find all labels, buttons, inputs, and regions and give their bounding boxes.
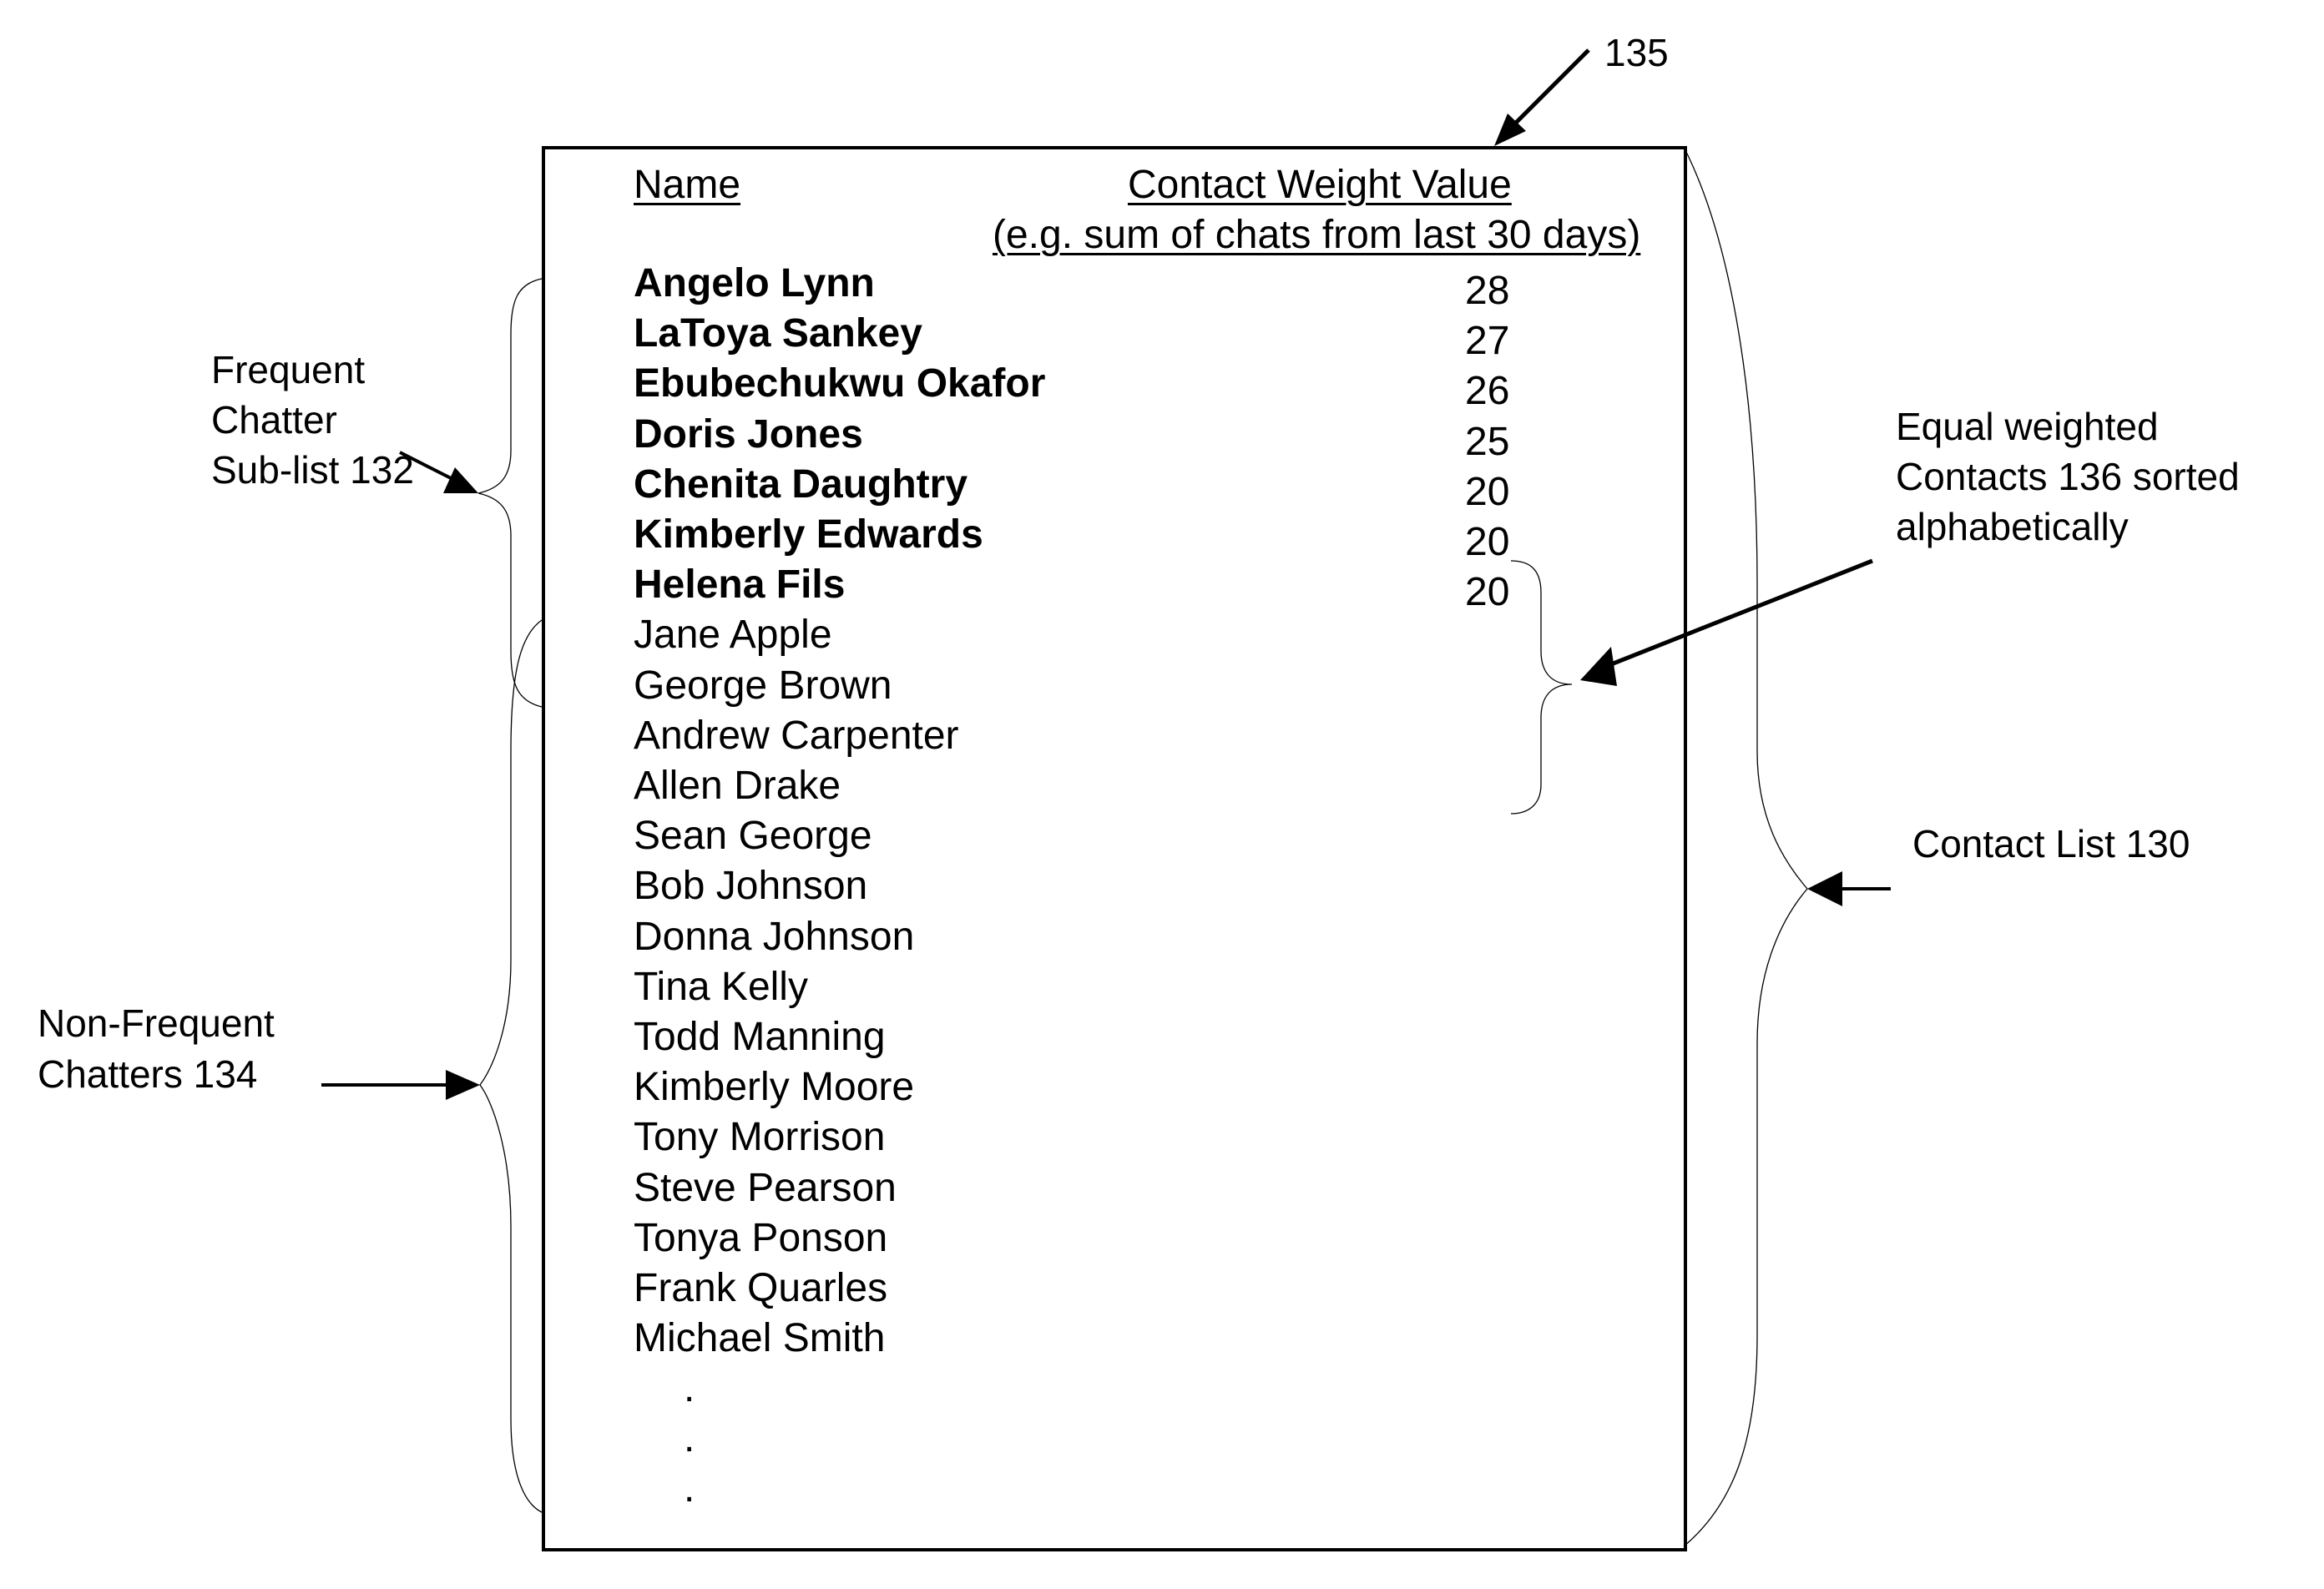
non-frequent-contact-name: George Brown xyxy=(634,663,892,708)
contact-list-arrow xyxy=(1807,871,1891,906)
contact-weight-value: 28 xyxy=(1465,269,1510,313)
ref-135-label: 135 xyxy=(1604,31,1669,74)
frequent-contact-name: Doris Jones xyxy=(634,411,863,457)
contact-weight-value: 25 xyxy=(1465,419,1510,464)
non-frequent-contact-name: Andrew Carpenter xyxy=(634,713,959,758)
frequent-contact-name: LaToya Sankey xyxy=(634,311,922,356)
contact-weight-value: 20 xyxy=(1465,570,1510,615)
non-frequent-contact-name: Frank Quarles xyxy=(634,1266,888,1310)
contact-weight-value: 20 xyxy=(1465,469,1510,514)
non-frequent-contact-name: Kimberly Moore xyxy=(634,1065,915,1110)
non-frequent-contact-name: Tina Kelly xyxy=(634,964,808,1009)
frequent-contact-name: Helena Fils xyxy=(634,562,846,608)
frequent-contact-name: Angelo Lynn xyxy=(634,261,875,305)
non-frequent-contact-name: Sean George xyxy=(634,814,872,859)
header-weight: Contact Weight Value xyxy=(1128,163,1512,207)
frequent-contact-name: Ebubechukwu Okafor xyxy=(634,361,1046,406)
contact-weight-value: 26 xyxy=(1465,369,1510,414)
non-frequent-brace xyxy=(479,619,543,1513)
header-name: Name xyxy=(634,163,741,207)
non-frequent-contact-name: Steve Pearson xyxy=(634,1165,897,1210)
ref-135-arrow xyxy=(1494,48,1590,146)
ellipsis-dot: . xyxy=(684,1466,695,1511)
non-frequent-contact-name: Jane Apple xyxy=(634,613,832,658)
contact-weight-value: 20 xyxy=(1465,520,1510,564)
non-frequent-contact-name: Donna Johnson xyxy=(634,914,915,959)
non-frequent-contact-name: Tony Morrison xyxy=(634,1115,886,1160)
header-weight-sub: (e.g. sum of chats from last 30 days) xyxy=(993,213,1641,257)
ellipsis-dot: . xyxy=(684,1366,695,1410)
contact-weight-value: 27 xyxy=(1465,319,1510,364)
non-frequent-contact-name: Allen Drake xyxy=(634,764,841,808)
non-frequent-arrow xyxy=(321,1070,480,1100)
non-frequent-contact-name: Tonya Ponson xyxy=(634,1215,888,1260)
non-frequent-contact-name: Bob Johnson xyxy=(634,864,868,909)
non-frequent-contact-name: Michael Smith xyxy=(634,1316,886,1361)
frequent-contact-name: Kimberly Edwards xyxy=(634,512,983,557)
non-frequent-contact-name: Todd Manning xyxy=(634,1015,886,1059)
ellipsis-dot: . xyxy=(684,1416,695,1460)
contact-list-label: Contact List 130 xyxy=(1912,822,2190,865)
frequent-contact-name: Chenita Daughtry xyxy=(634,462,968,507)
contact-list-brace xyxy=(1683,146,1808,1547)
frequent-brace xyxy=(477,278,543,708)
